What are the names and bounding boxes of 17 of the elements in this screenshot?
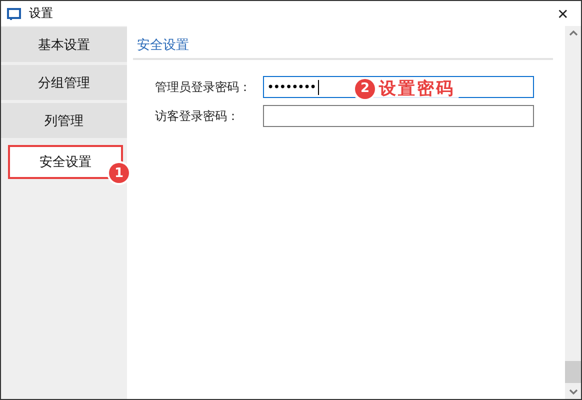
scroll-thumb[interactable] <box>565 361 581 383</box>
window-icon <box>7 8 21 20</box>
sidebar-item[interactable]: 列管理 <box>1 103 127 138</box>
scrollbar[interactable] <box>565 26 581 399</box>
step-badge: 2 <box>355 78 375 98</box>
field-label: 管理员登录密码： <box>155 78 252 96</box>
sidebar-item[interactable]: 分组管理 <box>1 65 127 100</box>
scroll-up-icon[interactable] <box>568 30 578 36</box>
annotation-text: 设置密码 <box>379 78 455 100</box>
step-badge: 1 <box>109 163 129 183</box>
close-button[interactable]: ✕ <box>545 1 581 26</box>
scroll-down-icon[interactable] <box>568 389 578 395</box>
section-title: 安全设置 <box>136 37 190 55</box>
window-title: 设置 <box>29 5 53 22</box>
field-label: 访客登录密码： <box>155 108 240 124</box>
sidebar-item[interactable]: 基本设置 <box>1 27 127 62</box>
password-field[interactable] <box>263 105 534 127</box>
